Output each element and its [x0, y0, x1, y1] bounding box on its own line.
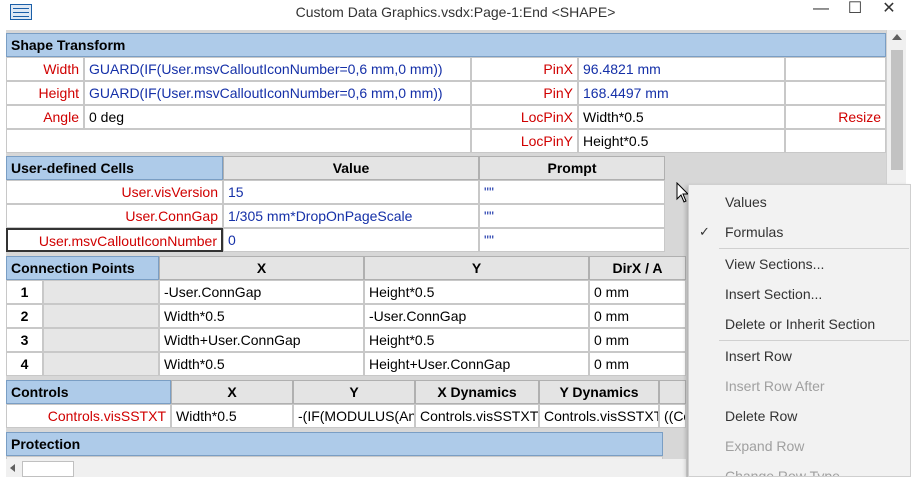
control-x-dynamics-cell[interactable]: Controls.visSSTXT	[415, 404, 539, 428]
row-number[interactable]: 2	[6, 304, 43, 328]
connection-y-cell[interactable]: -User.ConnGap	[364, 304, 589, 328]
user-cell-value[interactable]: 1/305 mm*DropOnPageScale	[223, 204, 479, 228]
menu-item-delete-or-inherit-section[interactable]: Delete or Inherit Section	[689, 310, 910, 338]
connection-x-cell[interactable]: Width*0.5	[159, 304, 364, 328]
connection-x-cell[interactable]: Width*0.5	[159, 352, 364, 376]
cell-value-pinx[interactable]: 96.4821 mm	[578, 57, 785, 81]
column-header-y[interactable]: Y	[364, 256, 589, 280]
menu-separator	[719, 248, 909, 249]
control-y-dynamics-cell[interactable]: Controls.visSSTXT	[539, 404, 659, 428]
cell-label-empty	[785, 129, 886, 153]
connection-dirx-cell[interactable]: 0 mm	[589, 352, 686, 376]
menu-item-insert-section[interactable]: Insert Section...	[689, 280, 910, 308]
row-number[interactable]: 3	[6, 328, 43, 352]
scroll-left-icon[interactable]	[10, 464, 15, 472]
menu-item-formulas[interactable]: Formulas	[689, 218, 910, 246]
cell-label-piny[interactable]: PinY	[471, 81, 578, 105]
menu-item-view-sections[interactable]: View Sections...	[689, 250, 910, 278]
cell-label-locpiny[interactable]: LocPinY	[471, 129, 578, 153]
control-y-cell[interactable]: -(IF(MODULUS(An	[293, 404, 415, 428]
column-header-dirx[interactable]: DirX / A	[589, 256, 686, 280]
row-number[interactable]: 4	[6, 352, 43, 376]
user-cell-value[interactable]: 0	[223, 228, 479, 252]
cell-label-empty	[6, 129, 471, 153]
user-cell-name-selected[interactable]: User.msvCalloutIconNumber	[6, 228, 223, 252]
cell-label-empty	[785, 81, 886, 105]
minimize-icon[interactable]: —	[804, 0, 838, 22]
control-row-name[interactable]: Controls.visSSTXT	[6, 404, 171, 428]
section-header-controls[interactable]: Controls	[6, 380, 171, 404]
connection-x-cell[interactable]: -User.ConnGap	[159, 280, 364, 304]
connection-x-cell[interactable]: Width+User.ConnGap	[159, 328, 364, 352]
section-header-shape-transform[interactable]: Shape Transform	[6, 33, 886, 57]
row-name-cell	[43, 304, 159, 328]
column-header-value[interactable]: Value	[223, 156, 479, 180]
cell-label-empty	[785, 57, 886, 81]
row-number[interactable]: 1	[6, 280, 43, 304]
menu-item-insert-row[interactable]: Insert Row	[689, 342, 910, 370]
horizontal-scroll-thumb[interactable]	[22, 461, 74, 477]
row-name-cell	[43, 352, 159, 376]
connection-dirx-cell[interactable]: 0 mm	[589, 328, 686, 352]
column-header-x-dynamics[interactable]: X Dynamics	[415, 380, 539, 404]
user-cell-prompt[interactable]: ""	[479, 228, 665, 252]
menu-item-expand-row: Expand Row	[725, 438, 805, 454]
menu-item-delete-row[interactable]: Delete Row	[689, 402, 910, 430]
user-cell-prompt[interactable]: ""	[479, 204, 665, 228]
section-header-protection[interactable]: Protection	[6, 432, 663, 456]
cell-value-locpinx[interactable]: Width*0.5	[578, 105, 785, 129]
row-name-cell	[43, 280, 159, 304]
cell-value-piny[interactable]: 168.4497 mm	[578, 81, 785, 105]
cell-label-width[interactable]: Width	[6, 57, 84, 81]
section-header-user-defined-cells[interactable]: User-defined Cells	[6, 156, 223, 180]
menu-separator	[719, 340, 909, 341]
maximize-icon[interactable]: ☐	[838, 0, 872, 22]
context-menu: Values ✓ Formulas View Sections... Inser…	[688, 184, 911, 477]
connection-y-cell[interactable]: Height*0.5	[364, 328, 589, 352]
user-cell-value[interactable]: 15	[223, 180, 479, 204]
window-title: Custom Data Graphics.vsdx:Page-1:End <SH…	[295, 4, 616, 20]
menu-item-change-row-type: Change Row Type	[725, 468, 840, 477]
cell-label-angle[interactable]: Angle	[6, 105, 84, 129]
close-icon[interactable]: ✕	[872, 0, 906, 22]
cell-value-locpiny[interactable]: Height*0.5	[578, 129, 785, 153]
column-header-prompt[interactable]: Prompt	[479, 156, 665, 180]
cell-label-height[interactable]: Height	[6, 81, 84, 105]
row-name-cell	[43, 328, 159, 352]
section-header-connection-points[interactable]: Connection Points	[6, 256, 159, 280]
cell-value-width[interactable]: GUARD(IF(User.msvCalloutIconNumber=0,6 m…	[84, 57, 471, 81]
cell-label-resize[interactable]: Resize	[785, 105, 886, 129]
cell-label-pinx[interactable]: PinX	[471, 57, 578, 81]
cell-label-locpinx[interactable]: LocPinX	[471, 105, 578, 129]
cell-value-angle[interactable]: 0 deg	[84, 105, 471, 129]
menu-item-values[interactable]: Values	[689, 188, 910, 216]
cell-value-height[interactable]: GUARD(IF(User.msvCalloutIconNumber=0,6 m…	[84, 81, 471, 105]
user-cell-name[interactable]: User.ConnGap	[6, 204, 223, 228]
user-cell-name[interactable]: User.visVersion	[6, 180, 223, 204]
control-more-cell[interactable]: ((Co	[659, 404, 686, 428]
column-header-x[interactable]: X	[159, 256, 364, 280]
connection-y-cell[interactable]: Height*0.5	[364, 280, 589, 304]
connection-y-cell[interactable]: Height+User.ConnGap	[364, 352, 589, 376]
connection-dirx-cell[interactable]: 0 mm	[589, 280, 686, 304]
menu-item-insert-row-after: Insert Row After	[725, 378, 825, 394]
column-header-x[interactable]: X	[171, 380, 293, 404]
column-header-y[interactable]: Y	[293, 380, 415, 404]
horizontal-scrollbar[interactable]	[6, 459, 686, 477]
control-x-cell[interactable]: Width*0.5	[171, 404, 293, 428]
connection-dirx-cell[interactable]: 0 mm	[589, 304, 686, 328]
vertical-scroll-thumb[interactable]	[891, 50, 903, 170]
column-header-more[interactable]	[659, 380, 686, 404]
column-header-y-dynamics[interactable]: Y Dynamics	[539, 380, 659, 404]
user-cell-prompt[interactable]: ""	[479, 180, 665, 204]
scroll-up-icon[interactable]	[892, 34, 902, 40]
